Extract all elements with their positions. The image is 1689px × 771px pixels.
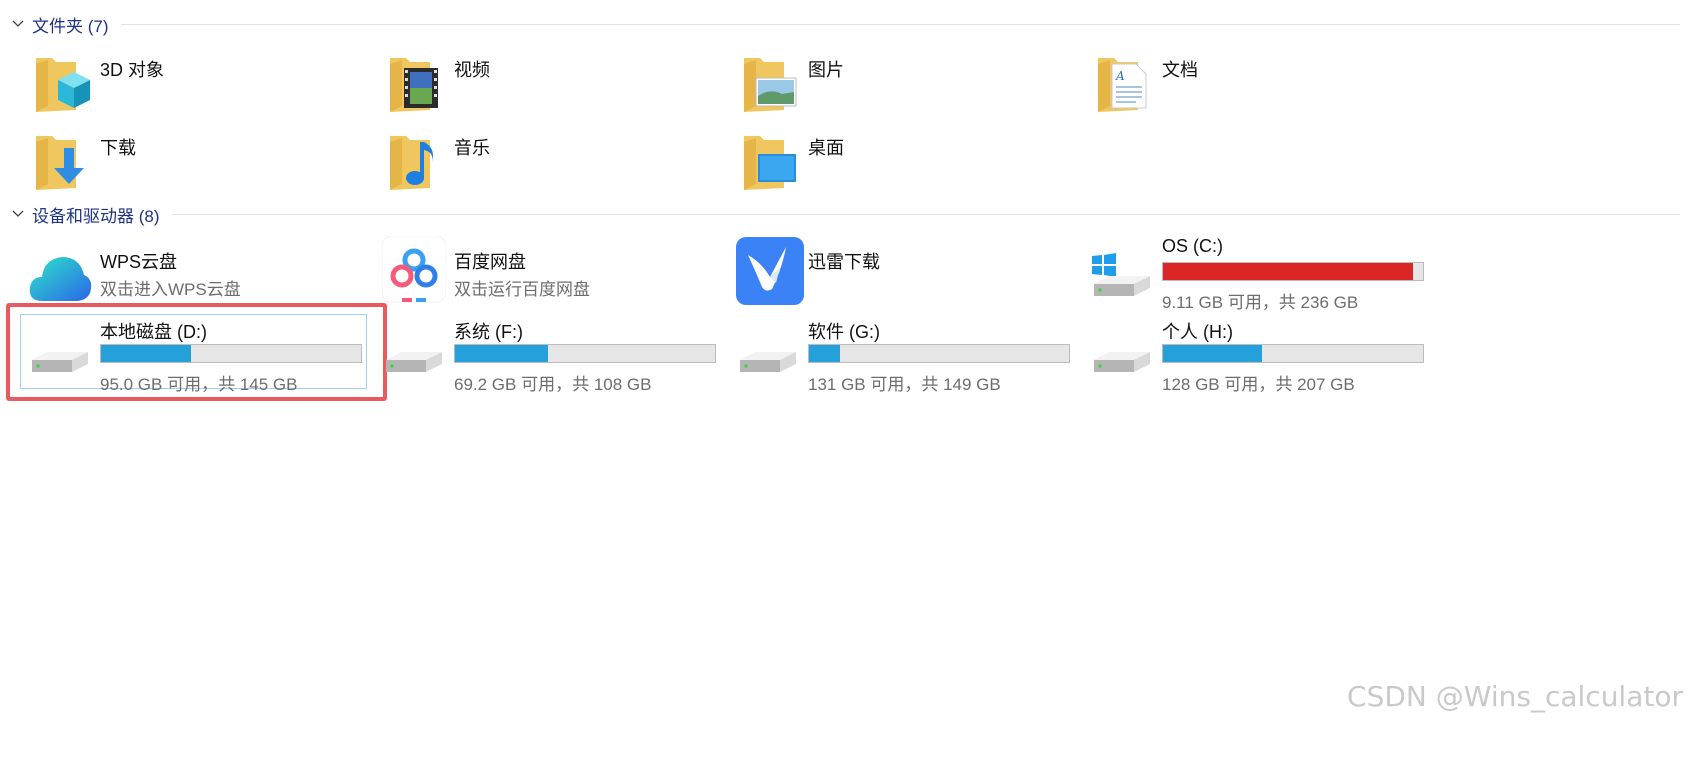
drive-usage-fill: [809, 345, 841, 362]
windows-drive-icon: [1092, 253, 1150, 296]
app-thunder-download[interactable]: 迅雷下载: [736, 237, 1076, 320]
3d-objects-folder-icon: [36, 58, 90, 112]
documents-folder-icon: A: [1098, 58, 1147, 112]
folder-label: 下载: [100, 138, 136, 158]
drive-usage-bar: [100, 344, 362, 363]
folder-label: 桌面: [808, 138, 844, 158]
folder-label: 音乐: [454, 138, 490, 158]
drive-c[interactable]: OS (C:) 9.11 GB 可用，共 236 GB: [1090, 236, 1440, 316]
hard-drive-icon: [1094, 352, 1150, 372]
folder-pictures[interactable]: 图片: [736, 50, 1076, 128]
hard-drive-icon: [386, 352, 442, 372]
thunder-download-icon: [736, 237, 804, 305]
drive-free-space: 95.0 GB 可用，共 145 GB: [100, 375, 298, 394]
hard-drive-icon: [32, 352, 88, 372]
app-baidu-netdisk[interactable]: 百度网盘 双击运行百度网盘: [382, 236, 722, 320]
drive-label: 本地磁盘 (D:): [100, 322, 207, 342]
desktop-folder-icon: [744, 136, 796, 190]
drive-g[interactable]: 软件 (G:) 131 GB 可用，共 149 GB: [736, 318, 1086, 398]
drive-h[interactable]: 个人 (H:) 128 GB 可用，共 207 GB: [1090, 318, 1440, 398]
drive-free-space: 69.2 GB 可用，共 108 GB: [454, 375, 652, 394]
app-subtitle: 双击运行百度网盘: [454, 280, 590, 299]
drive-free-space: 128 GB 可用，共 207 GB: [1162, 375, 1355, 394]
folder-music[interactable]: 音乐: [382, 128, 722, 206]
file-explorer-this-pc: 文件夹 (7) 3D 对象 视频 图片 A 文档 下载 音乐 桌面 设备和驱动器…: [0, 0, 1689, 771]
music-folder-icon: [390, 136, 433, 190]
videos-folder-icon: [390, 58, 438, 112]
app-label: WPS云盘: [100, 252, 178, 272]
drive-usage-bar: [1162, 262, 1424, 281]
chevron-down-icon[interactable]: [10, 206, 26, 222]
drive-usage-bar: [808, 344, 1070, 363]
folder-desktop[interactable]: 桌面: [736, 128, 1076, 206]
drive-usage-fill: [101, 345, 191, 362]
hard-drive-icon: [740, 352, 796, 372]
folders-section-header[interactable]: 文件夹 (7): [10, 12, 1680, 36]
drive-usage-bar: [454, 344, 716, 363]
folder-label: 图片: [808, 60, 844, 80]
app-label: 百度网盘: [454, 252, 526, 272]
drive-label: OS (C:): [1162, 236, 1223, 256]
pictures-folder-icon: [744, 58, 797, 112]
drive-usage-fill: [1163, 263, 1413, 280]
baidu-netdisk-icon: [382, 236, 446, 303]
drive-usage-fill: [1163, 345, 1263, 362]
drive-label: 个人 (H:): [1162, 322, 1233, 342]
downloads-folder-icon: [36, 136, 84, 190]
drive-label: 系统 (F:): [454, 322, 523, 342]
folder-videos[interactable]: 视频: [382, 50, 722, 128]
folder-3d-objects[interactable]: 3D 对象: [28, 50, 368, 128]
folders-section-title: 文件夹 (7): [32, 16, 109, 36]
svg-text:A: A: [1115, 69, 1125, 83]
drive-free-space: 131 GB 可用，共 149 GB: [808, 375, 1001, 394]
folder-downloads[interactable]: 下载: [28, 128, 368, 206]
section-divider: [120, 23, 1680, 25]
drive-label: 软件 (G:): [808, 322, 880, 342]
folder-label: 3D 对象: [100, 60, 165, 80]
app-subtitle: 双击进入WPS云盘: [100, 280, 241, 299]
drive-usage-fill: [455, 345, 549, 362]
drive-usage-bar: [1162, 344, 1424, 363]
folder-label: 文档: [1162, 60, 1198, 80]
folder-label: 视频: [454, 60, 490, 80]
watermark: CSDN @Wins_calculator: [1347, 680, 1683, 713]
devices-section-title: 设备和驱动器 (8): [32, 206, 160, 226]
devices-section-header[interactable]: 设备和驱动器 (8): [10, 202, 1680, 226]
folder-documents[interactable]: A 文档: [1090, 50, 1430, 128]
drive-f[interactable]: 系统 (F:) 69.2 GB 可用，共 108 GB: [382, 318, 732, 398]
drive-d[interactable]: 本地磁盘 (D:) 95.0 GB 可用，共 145 GB: [28, 318, 378, 398]
drive-free-space: 9.11 GB 可用，共 236 GB: [1162, 293, 1359, 312]
section-divider: [171, 213, 1680, 215]
app-label: 迅雷下载: [808, 252, 880, 272]
chevron-down-icon[interactable]: [10, 16, 26, 32]
